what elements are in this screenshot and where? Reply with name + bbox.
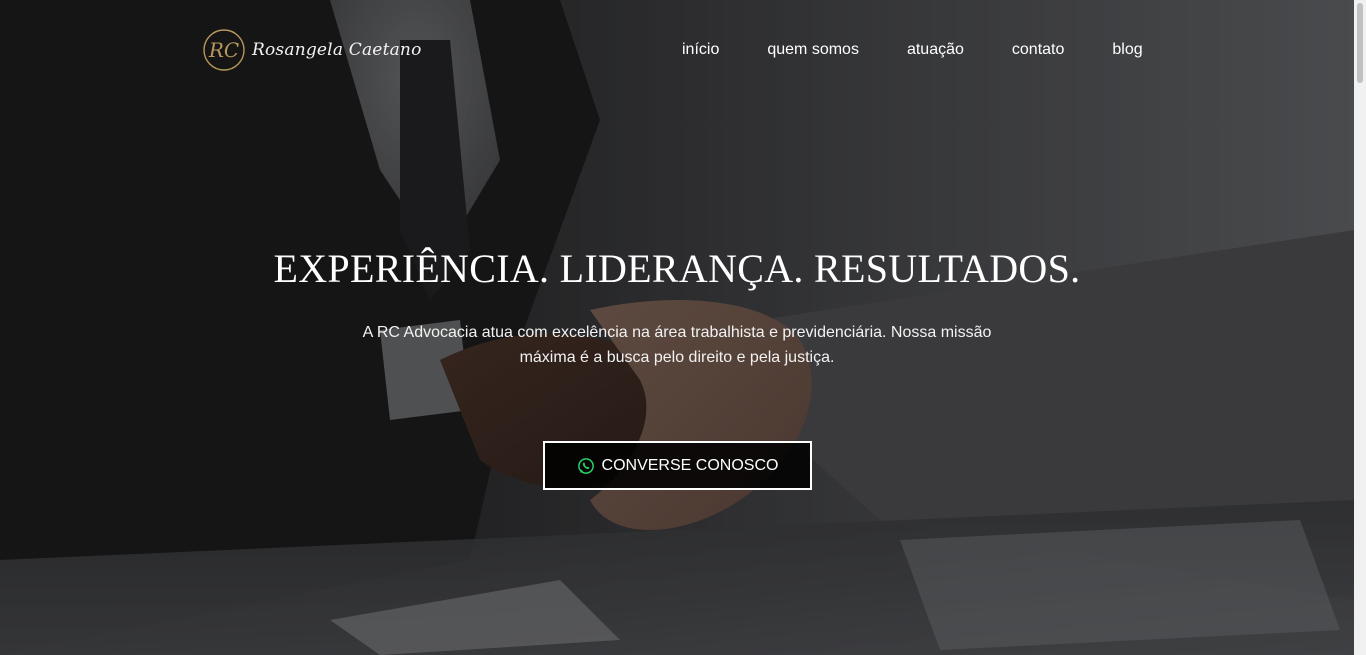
scrollbar-thumb[interactable]: [1357, 3, 1363, 83]
whatsapp-icon: [577, 457, 594, 474]
brand-logo[interactable]: RC Rosangela Caetano: [202, 28, 422, 72]
nav-item-blog[interactable]: blog: [1112, 40, 1142, 60]
monogram-icon: RC: [203, 29, 245, 71]
brand-name: Rosangela Caetano: [252, 40, 422, 60]
nav-item-quem-somos[interactable]: quem somos: [767, 40, 859, 60]
nav-item-contato[interactable]: contato: [1012, 40, 1064, 60]
page: RC Rosangela Caetano início quem somos a…: [0, 0, 1366, 655]
contact-whatsapp-button[interactable]: CONVERSE CONOSCO: [543, 441, 812, 490]
nav-item-inicio[interactable]: início: [682, 40, 719, 60]
monogram-text: RC: [208, 38, 239, 62]
hero-description: A RC Advocacia atua com excelência na ár…: [362, 324, 992, 366]
hero-title: EXPERIÊNCIA. LIDERANÇA. RESULTADOS.: [273, 246, 1081, 291]
main-nav: início quem somos atuação contato blog: [682, 40, 1143, 60]
nav-item-atuacao[interactable]: atuação: [907, 40, 964, 60]
cta-label: CONVERSE CONOSCO: [601, 456, 779, 474]
page-scrollbar[interactable]: [1354, 0, 1366, 655]
